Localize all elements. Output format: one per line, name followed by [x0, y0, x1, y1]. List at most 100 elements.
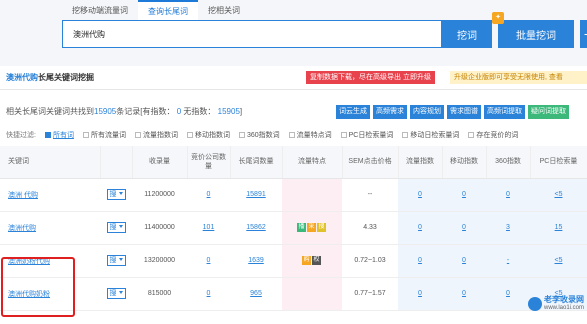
chevron-down-icon: [118, 258, 123, 261]
flow-index-link[interactable]: 0: [418, 290, 422, 297]
bid-link[interactable]: 0: [207, 257, 211, 264]
filter-traffic-feature[interactable]: 流量特点词: [288, 130, 332, 140]
col-keyword[interactable]: 关键词: [0, 146, 101, 179]
watermark-line2: www.lao1i.com: [544, 305, 585, 311]
traffic-cell: [282, 178, 342, 212]
index-360-link[interactable]: 3: [506, 224, 510, 231]
filter-360-index[interactable]: 360指数词: [238, 130, 280, 140]
sem-cell: --: [342, 178, 398, 212]
filter-mobile-daily[interactable]: 移动日检索量词: [402, 130, 459, 140]
batch-dig-label: 批量挖词: [516, 30, 556, 42]
quick-filters: 快捷过滤: 所有词 所有流量词 流量指数词 移动指数词 360指数词 流量特点词…: [6, 130, 518, 140]
traffic-cell: 购权: [282, 244, 342, 278]
search-engine-select[interactable]: 搜: [106, 255, 126, 266]
traffic-cell: [282, 277, 342, 311]
tab-bar: 挖移动端流量词 查询长尾词 挖相关词: [62, 0, 250, 20]
search-engine-select[interactable]: 搜: [106, 222, 126, 233]
traffic-tag-icon: 采: [307, 223, 316, 232]
col-longtail[interactable]: 长尾词数量: [230, 146, 283, 179]
batch-dig-button[interactable]: ✦ 批量挖词: [492, 12, 574, 48]
mobile-index-link[interactable]: 0: [462, 191, 466, 198]
traffic-tag-icon: 搜: [317, 223, 326, 232]
index-cell: 13200000: [132, 244, 187, 278]
tab-mobile-traffic[interactable]: 挖移动端流量词: [62, 0, 138, 20]
flow-index-link[interactable]: 0: [418, 224, 422, 231]
pc-daily-link[interactable]: 15: [555, 224, 563, 231]
watermark-line1: 老李收录网: [544, 295, 584, 304]
bid-link[interactable]: 0: [207, 290, 211, 297]
table-header-row: 关键词 收录量 竞价公司数量 长尾词数量 流量特点 SEM点击价格 流量指数 移…: [0, 146, 587, 179]
filter-traffic[interactable]: 所有流量词: [82, 130, 126, 140]
keyword-link[interactable]: 澳洲 代购: [8, 192, 38, 199]
index-360-link[interactable]: 0: [506, 191, 510, 198]
high-freq-extract-button[interactable]: 高频词提取: [484, 105, 525, 119]
index-cell: 815000: [132, 277, 187, 311]
longtail-link[interactable]: 965: [250, 290, 262, 297]
result-panel: 澳洲代购长尾关键词挖掘 复制数据下载，尽在高级导出 立即升级 升级企业版即可享受…: [0, 66, 587, 324]
flow-index-link[interactable]: 0: [418, 257, 422, 264]
panel-header: 澳洲代购长尾关键词挖掘 复制数据下载，尽在高级导出 立即升级 升级企业版即可享受…: [0, 66, 587, 90]
result-summary: 相关长尾词关键词共找到15905条记录[有指数： 0 无指数： 15905]: [6, 107, 243, 116]
longtail-link[interactable]: 1639: [248, 257, 264, 264]
traffic-tag-icon: 购: [302, 256, 311, 265]
index-360-link[interactable]: 0: [506, 290, 510, 297]
site-watermark: 老李收录网 www.lao1i.com: [528, 296, 584, 312]
panel-title-keyword: 澳洲代购: [6, 73, 38, 82]
pc-daily-link[interactable]: <5: [555, 191, 563, 198]
demand-graph-button[interactable]: 需求图谱: [447, 105, 481, 119]
col-360-index[interactable]: 360指数: [486, 146, 531, 179]
table-row: 澳洲 代购 搜 11200000 0 15891 -- 0 0 0 <5: [0, 178, 587, 212]
with-index-count: 0: [176, 107, 182, 116]
search-input[interactable]: [62, 20, 442, 48]
add-button[interactable]: +: [580, 20, 587, 48]
filter-mobile-index[interactable]: 移动指数词: [186, 130, 230, 140]
checkbox-icon: [402, 132, 409, 138]
content-plan-button[interactable]: 内容规划: [410, 105, 444, 119]
index-cell: 11200000: [132, 178, 187, 212]
mobile-index-link[interactable]: 0: [462, 290, 466, 297]
longtail-link[interactable]: 15862: [246, 224, 265, 231]
tab-related-words[interactable]: 挖相关词: [198, 0, 250, 20]
col-traffic[interactable]: 流量特点: [282, 146, 343, 179]
bid-link[interactable]: 101: [203, 224, 215, 231]
chevron-down-icon: [118, 291, 123, 294]
dig-button[interactable]: 挖词: [442, 20, 492, 48]
index-360-link[interactable]: -: [507, 257, 509, 264]
no-index-count: 15905: [217, 107, 240, 116]
tab-longtail-query[interactable]: 查询长尾词: [138, 0, 198, 20]
mobile-index-link[interactable]: 0: [462, 257, 466, 264]
longtail-link[interactable]: 15891: [246, 191, 265, 198]
keyword-link[interactable]: 澳洲代购: [8, 225, 36, 232]
enterprise-notice[interactable]: 升级企业版即可享受无限使用, 查看: [450, 71, 587, 84]
search-engine-select[interactable]: 搜: [106, 288, 126, 299]
search-engine-select[interactable]: 搜: [106, 189, 126, 200]
col-sem[interactable]: SEM点击价格: [342, 146, 399, 179]
search-row: 挖词 ✦ 批量挖词 +: [62, 12, 587, 48]
filter-all[interactable]: 所有词: [44, 130, 74, 140]
traffic-tag-icon: 权: [312, 256, 321, 265]
result-count: 15905: [94, 107, 117, 116]
checkbox-icon: [468, 132, 475, 138]
question-extract-button[interactable]: 疑问词提取: [528, 105, 569, 119]
col-index[interactable]: 收录量: [132, 146, 188, 179]
pc-daily-link[interactable]: <5: [555, 257, 563, 264]
filter-pc-daily[interactable]: PC日检索量词: [340, 130, 393, 140]
bid-link[interactable]: 0: [207, 191, 211, 198]
mobile-index-link[interactable]: 0: [462, 224, 466, 231]
watermark-logo-icon: [528, 297, 542, 311]
word-cloud-button[interactable]: 词云生成: [336, 105, 370, 119]
filter-flow-index[interactable]: 流量指数词: [134, 130, 178, 140]
high-freq-demand-button[interactable]: 高频需求: [373, 105, 407, 119]
col-bid[interactable]: 竞价公司数量: [187, 146, 231, 179]
col-mobile-index[interactable]: 移动指数: [442, 146, 487, 179]
upgrade-export-notice[interactable]: 复制数据下载，尽在高级导出 立即升级: [306, 71, 435, 84]
checkbox-icon: [288, 132, 295, 138]
col-flow-index[interactable]: 流量指数: [398, 146, 443, 179]
checkbox-icon: [340, 132, 347, 138]
filter-has-bid[interactable]: 存在竞价的词: [468, 130, 518, 140]
traffic-tag-icon: 播: [297, 223, 306, 232]
flow-index-link[interactable]: 0: [418, 191, 422, 198]
checkbox-icon: [238, 132, 245, 138]
col-pc-daily[interactable]: PC日检索量: [530, 146, 587, 179]
chevron-down-icon: [118, 192, 123, 195]
